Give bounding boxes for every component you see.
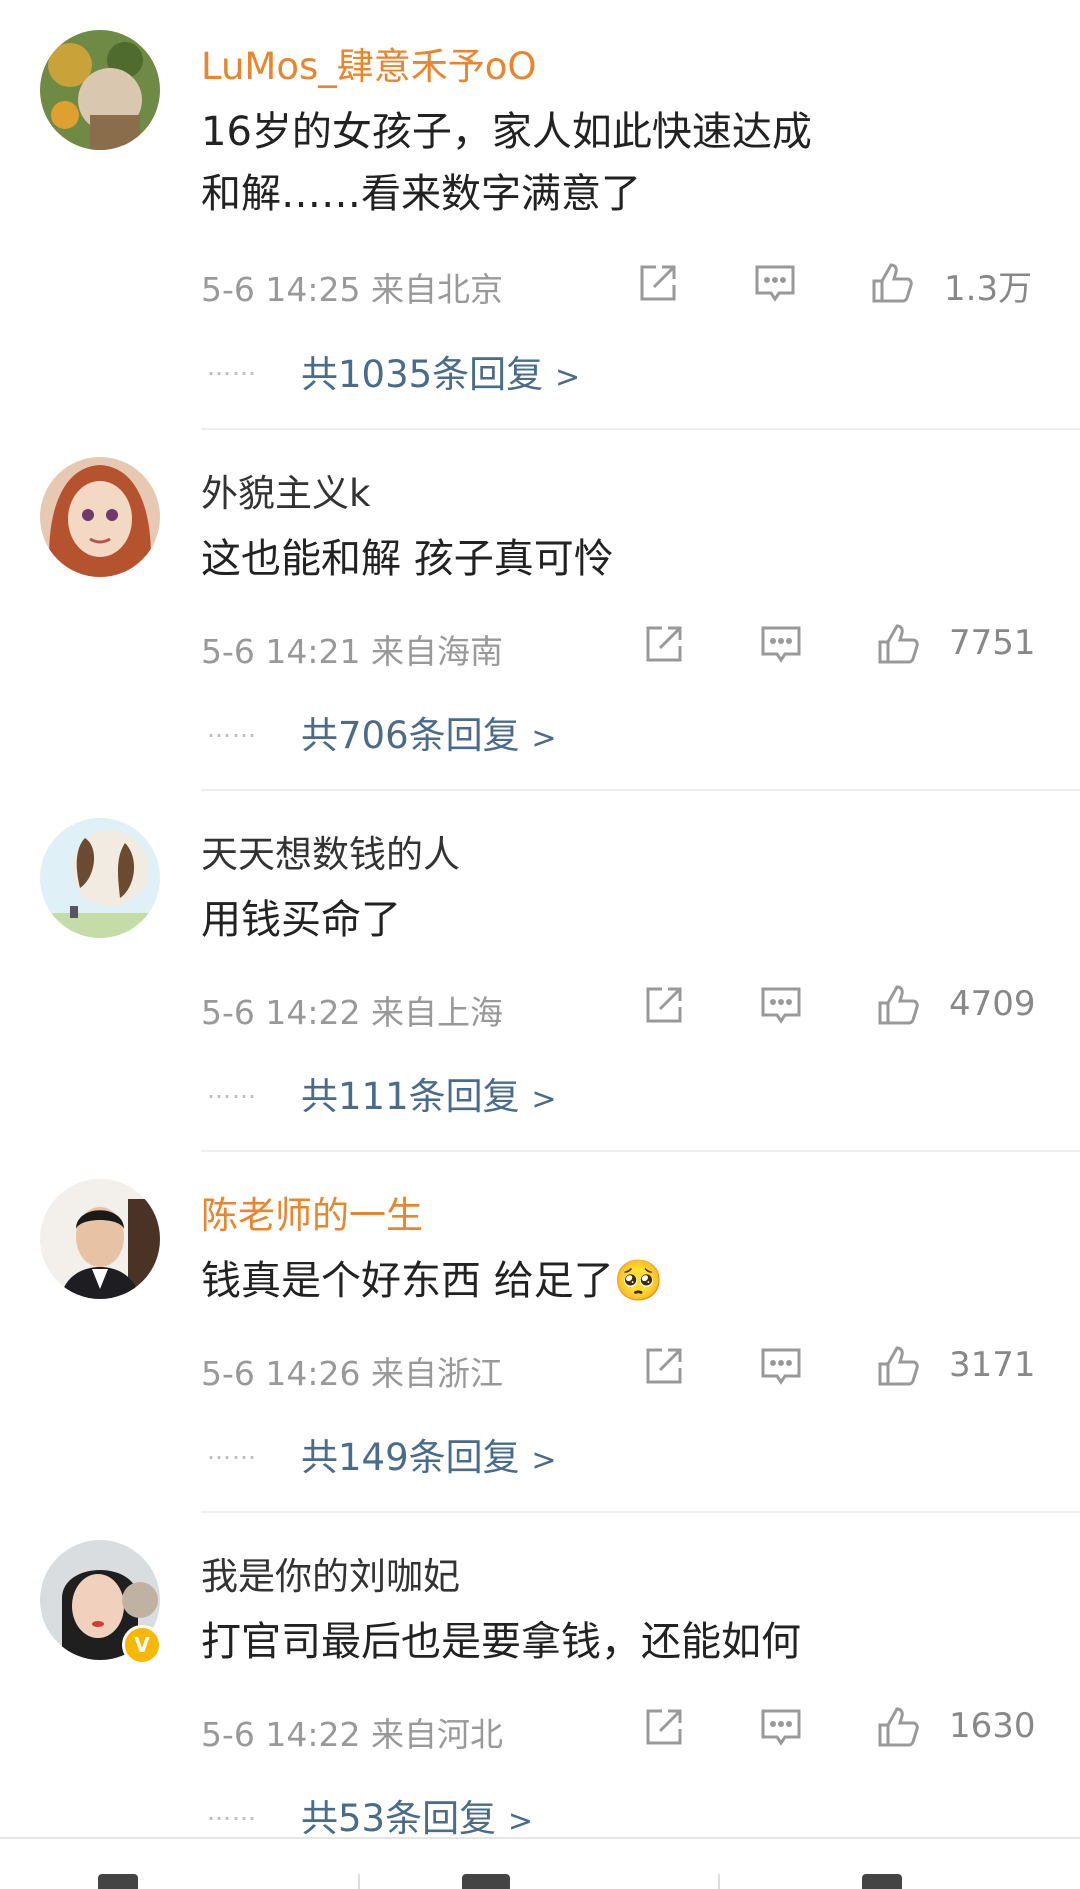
- bottom-bar-separator: [358, 1874, 360, 1889]
- share-icon[interactable]: [640, 1703, 688, 1751]
- comment-meta: 5-6 14:22 来自上海: [201, 986, 503, 1034]
- comment-time: 5-6 14:26: [201, 1354, 361, 1393]
- like-count: 7751: [949, 623, 1036, 663]
- comment-icon[interactable]: [757, 620, 805, 668]
- bottom-bar-separator: [718, 1874, 720, 1889]
- like-count: 3171: [949, 1345, 1036, 1385]
- comment-location: 来自浙江: [371, 1354, 503, 1393]
- comment-text: 打官司最后也是要拿钱，还能如何: [201, 1619, 801, 1665]
- divider: [201, 428, 1080, 430]
- like-count: 4709: [949, 984, 1036, 1024]
- comment-icon[interactable]: [757, 981, 805, 1029]
- view-replies-link[interactable]: 共149条回复 >: [301, 1427, 557, 1481]
- avatar[interactable]: [40, 818, 160, 938]
- chevron-right-icon: >: [554, 360, 581, 395]
- share-icon[interactable]: [640, 620, 688, 668]
- chevron-right-icon: >: [507, 1804, 533, 1839]
- chevron-right-icon: >: [531, 721, 557, 756]
- comment-text: 这也能和解 孩子真可怜: [201, 536, 614, 582]
- comment-location: 来自海南: [371, 632, 503, 671]
- comment-meta: 5-6 14:22 来自河北: [201, 1708, 503, 1756]
- comment-location: 来自河北: [371, 1715, 503, 1754]
- thumbs-up-icon[interactable]: [874, 620, 922, 668]
- dots: ……: [207, 1798, 257, 1826]
- comment-text: 钱真是个好东西 给足了🥺: [201, 1258, 664, 1304]
- comment-time: 5-6 14:22: [201, 993, 361, 1032]
- dots: ……: [207, 715, 257, 743]
- thumbs-up-icon[interactable]: [874, 1703, 922, 1751]
- share-icon[interactable]: [640, 981, 688, 1029]
- share-icon[interactable]: [640, 1342, 688, 1390]
- view-replies-link[interactable]: 共706条回复 >: [301, 705, 557, 759]
- comment-meta: 5-6 14:21 来自海南: [201, 625, 503, 673]
- divider: [201, 1150, 1080, 1152]
- verified-badge: V: [122, 1625, 162, 1665]
- view-replies-link[interactable]: 共53条回复 >: [301, 1788, 533, 1842]
- bottom-bar-comment-icon[interactable]: [462, 1874, 510, 1889]
- divider: [201, 1511, 1080, 1513]
- dots: ……: [207, 1076, 257, 1104]
- username[interactable]: 我是你的刘咖妃: [201, 1546, 460, 1600]
- thumbs-up-icon[interactable]: [874, 1342, 922, 1390]
- reply-count: 共111条回复: [301, 1075, 520, 1118]
- username[interactable]: 外貌主义k: [201, 463, 370, 517]
- comment-time: 5-6 14:21: [201, 632, 361, 671]
- chevron-right-icon: >: [531, 1443, 557, 1478]
- view-replies-link[interactable]: 共111条回复 >: [301, 1066, 557, 1120]
- comment-location: 来自上海: [371, 993, 503, 1032]
- chevron-right-icon: >: [531, 1082, 557, 1117]
- reply-count: 共149条回复: [301, 1436, 520, 1479]
- bottom-action-bar: [0, 1839, 1080, 1889]
- reply-count: 共706条回复: [301, 714, 520, 757]
- comment-icon[interactable]: [757, 1342, 805, 1390]
- comment-meta: 5-6 14:26 来自浙江: [201, 1347, 503, 1395]
- comment-text: 用钱买命了: [201, 897, 401, 943]
- bottom-bar-like-icon[interactable]: [862, 1874, 902, 1889]
- username[interactable]: 天天想数钱的人: [201, 824, 460, 878]
- thumbs-up-icon[interactable]: [874, 981, 922, 1029]
- comment-icon[interactable]: [757, 1703, 805, 1751]
- divider: [201, 789, 1080, 791]
- comment-item: V 我是你的刘咖妃 打官司最后也是要拿钱，还能如何 5-6 14:22 来自河北…: [0, 0, 1080, 1840]
- avatar[interactable]: [40, 1179, 160, 1299]
- avatar[interactable]: [40, 457, 160, 577]
- bottom-bar-share-icon[interactable]: [98, 1874, 138, 1889]
- username[interactable]: 陈老师的一生: [201, 1185, 423, 1239]
- reply-count: 共53条回复: [301, 1797, 497, 1840]
- like-count: 1630: [949, 1706, 1036, 1746]
- dots: ……: [207, 1437, 257, 1465]
- comment-time: 5-6 14:22: [201, 1715, 361, 1754]
